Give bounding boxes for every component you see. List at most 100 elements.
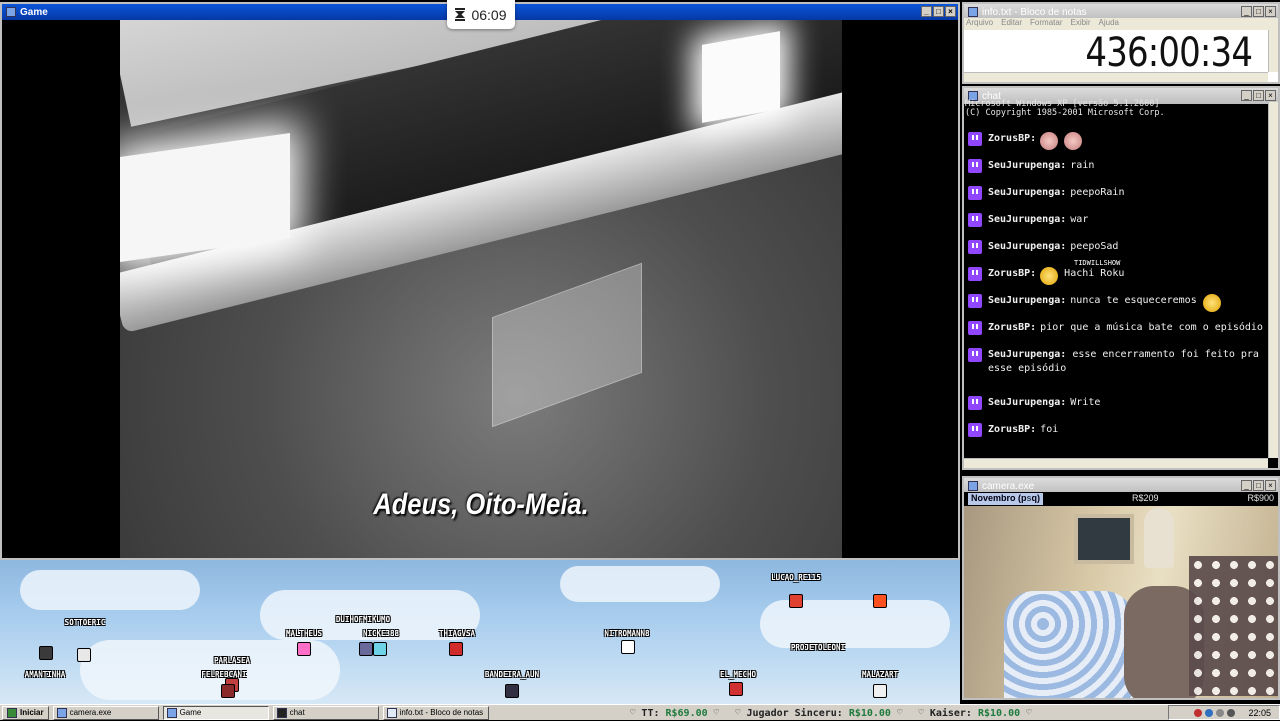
chat-username: SeuJurupenga: xyxy=(988,160,1067,171)
windows-logo-icon xyxy=(7,707,17,718)
video-frame: Adeus, Oito-Meia. xyxy=(120,20,842,558)
smile-emote-icon xyxy=(1202,294,1221,312)
game-window-title: Game xyxy=(20,6,48,18)
taskbar-item-camera[interactable]: camera.exe xyxy=(52,705,159,720)
heart-icon: ♡ xyxy=(918,708,924,718)
blanket xyxy=(1004,591,1134,698)
maximize-button[interactable]: □ xyxy=(1253,90,1264,101)
stream-avatars-area: SOTTOERIC AMANTINHA PARLASEA FELREBCANI MALT… xyxy=(0,560,960,704)
avatar-name-label: EL_MECHO xyxy=(719,670,757,679)
maximize-button[interactable]: □ xyxy=(933,6,944,17)
goal-amount-mid: R$209 xyxy=(1131,493,1159,503)
tray-volume-icon[interactable] xyxy=(1216,708,1225,717)
chat-username: SeuJurupenga: xyxy=(988,295,1067,306)
chat-text-wrapped: SeuJurupenga: esse encerramento foi feit… xyxy=(988,348,1264,376)
menu-editar[interactable]: Editar xyxy=(1001,18,1022,30)
close-button[interactable]: × xyxy=(1265,6,1276,17)
avatar-sprite xyxy=(873,594,887,608)
avatar-sprite xyxy=(297,642,311,656)
camera-window[interactable]: camera.exe _ □ × Novembro (psq) R$209 R$… xyxy=(962,476,1280,700)
avatar-name-label: THIAGVSA xyxy=(438,629,476,638)
tray-misc-icon[interactable] xyxy=(1227,708,1236,717)
close-button[interactable]: × xyxy=(945,6,956,17)
avatar-sprite xyxy=(873,684,887,698)
avatar-sprite xyxy=(373,642,387,656)
chat-text: peepoSad xyxy=(1070,241,1119,252)
avatar-name-label: BANDEIRA_AUN xyxy=(484,670,540,679)
console-icon xyxy=(276,707,287,718)
chat-text: foi xyxy=(1040,424,1059,435)
avatar-name-label: SOTTOERIC xyxy=(64,618,106,627)
ticker-label: TT: xyxy=(641,707,660,719)
chat-message: ZorusBP: Hachi Roku xyxy=(968,267,1264,294)
car-headlight-right xyxy=(702,31,780,123)
game-window[interactable]: Game _ □ × Adeus, Oito-Meia. xyxy=(0,2,960,560)
menu-exibir[interactable]: Exibir xyxy=(1070,18,1090,30)
notepad-menubar: Arquivo Editar Formatar Exibir Ajuda xyxy=(964,18,1278,30)
ticker-label: Kaiser: xyxy=(929,707,972,719)
notepad-window[interactable]: info.txt - Bloco de notas _ □ × Arquivo … xyxy=(962,2,1280,84)
ticker-value: R$69.00 xyxy=(665,707,708,719)
chat-message: SeuJurupenga: Write xyxy=(968,396,1264,423)
chat-text: Write xyxy=(1070,397,1101,408)
camera-icon xyxy=(56,707,67,718)
taskbar-item-notepad[interactable]: info.txt - Bloco de notas xyxy=(382,705,489,720)
chat-horizontal-scrollbar[interactable] xyxy=(964,458,1268,468)
taskbar-item-label: camera.exe xyxy=(69,708,112,717)
camera-info-bar: Novembro (psq) R$209 R$900 xyxy=(964,492,1278,506)
minimize-button[interactable]: _ xyxy=(1241,90,1252,101)
twitch-icon xyxy=(968,396,982,410)
chat-username: ZorusBP: xyxy=(988,322,1037,333)
avatar-name-label: AMANTINHA xyxy=(24,670,66,679)
chat-window[interactable]: chat _ □ × Microsoft Windows XP [versão … xyxy=(962,86,1280,470)
flowers xyxy=(1189,556,1278,696)
webcam-feed xyxy=(964,506,1278,698)
tray-network-icon[interactable] xyxy=(1205,708,1214,717)
license-plate xyxy=(492,262,642,428)
avatar-name-label: MALAZART xyxy=(861,670,899,679)
start-button[interactable]: Iniciar xyxy=(2,705,49,720)
taskbar-item-label: Game xyxy=(179,708,202,717)
timer-value: 06:09 xyxy=(471,6,507,23)
maximize-button[interactable]: □ xyxy=(1253,6,1264,17)
close-button[interactable]: × xyxy=(1265,90,1276,101)
avatar-sprite xyxy=(789,594,803,608)
chat-username: ZorusBP: xyxy=(988,268,1037,279)
avatar-name-label: FELREBCANI xyxy=(201,670,247,679)
twitch-icon xyxy=(968,159,982,173)
taskbar-item-chat[interactable]: chat xyxy=(272,705,379,720)
minimize-button[interactable]: _ xyxy=(921,6,932,17)
notepad-vertical-scrollbar[interactable] xyxy=(1268,30,1278,72)
notepad-icon xyxy=(386,707,397,718)
taskbar-item-game[interactable]: Game xyxy=(162,705,269,720)
minimize-button[interactable]: _ xyxy=(1241,480,1252,491)
chat-vertical-scrollbar[interactable] xyxy=(1268,102,1278,458)
twitch-icon xyxy=(968,186,982,200)
menu-ajuda[interactable]: Ajuda xyxy=(1099,18,1119,30)
tray-app-icon[interactable] xyxy=(1194,708,1203,717)
close-button[interactable]: × xyxy=(1265,480,1276,491)
donation-ticker: ♡ TT: R$69.00 ♡ ♡ Jugador Sinceru: R$10.… xyxy=(630,705,1032,721)
heart-icon: ♡ xyxy=(1026,708,1032,718)
minimize-button[interactable]: _ xyxy=(1241,6,1252,17)
chat-text: nunca te esqueceremos xyxy=(1070,295,1197,306)
cloud xyxy=(20,570,200,610)
clock[interactable]: 22:05 xyxy=(1248,708,1271,718)
chat-text: peepoRain xyxy=(1070,187,1125,198)
game-icon xyxy=(166,707,177,718)
chat-text: pior que a música bate com o episódio xyxy=(1040,322,1263,333)
ticker-label: Jugador Sinceru: xyxy=(746,707,843,719)
chat-username: SeuJurupenga: xyxy=(988,241,1067,252)
menu-arquivo[interactable]: Arquivo xyxy=(966,18,993,30)
chat-message: ZorusBP: xyxy=(968,132,1264,159)
menu-formatar[interactable]: Formatar xyxy=(1030,18,1062,30)
notepad-horizontal-scrollbar[interactable] xyxy=(964,72,1268,82)
twitch-icon xyxy=(968,423,982,437)
avatar-name-label: PROJETOLEONI xyxy=(790,643,846,652)
maximize-button[interactable]: □ xyxy=(1253,480,1264,491)
chat-message: ZorusBP: pior que a música bate com o ep… xyxy=(968,321,1264,348)
hourglass-icon xyxy=(455,8,466,21)
chat-username: ZorusBP: xyxy=(988,424,1037,435)
console-header-line2: (C) Copyright 1985-2001 Microsoft Corp. xyxy=(965,108,1165,118)
camera-icon xyxy=(968,481,978,491)
